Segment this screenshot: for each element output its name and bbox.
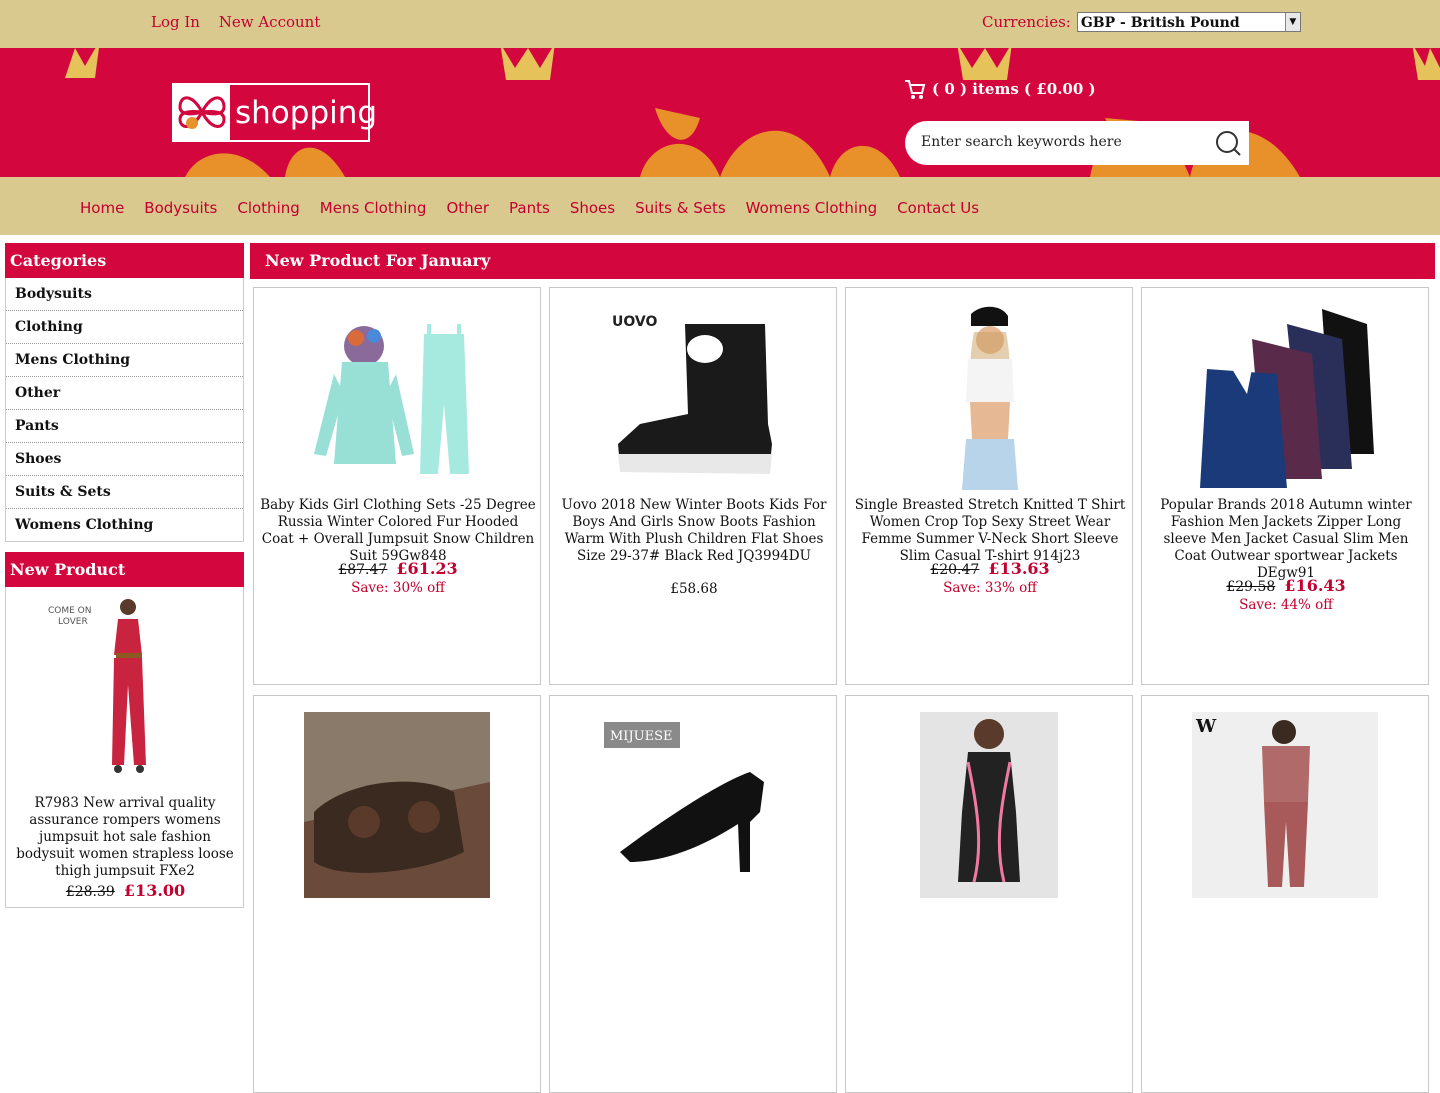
category-clothing[interactable]: Clothing bbox=[6, 311, 243, 344]
brand-logo-text: MIJUESE bbox=[610, 729, 673, 744]
discount-text: Save: 44% off bbox=[1239, 597, 1333, 613]
main-content: New Product For January Baby Kids Girl C… bbox=[250, 243, 1435, 1093]
categories-title: Categories bbox=[5, 243, 244, 278]
brand-logo-text: W bbox=[1195, 716, 1217, 737]
product-name[interactable]: Single Breasted Stretch Knitted T Shirt … bbox=[852, 497, 1128, 565]
product-card[interactable]: Single Breasted Stretch Knitted T Shirt … bbox=[845, 287, 1133, 685]
header-banner: shopping ( 0 ) items ( £0.00 ) bbox=[0, 48, 1440, 177]
product-image[interactable] bbox=[1192, 304, 1378, 490]
product-card[interactable]: UOVO Uovo 2018 New Winter Boots Kids For… bbox=[549, 287, 837, 685]
svg-text:LOVER: LOVER bbox=[58, 617, 88, 627]
category-pants[interactable]: Pants bbox=[6, 410, 243, 443]
new-product-box: New Product COME ON LOVER R7983 New arri… bbox=[5, 552, 244, 908]
category-womens-clothing[interactable]: Womens Clothing bbox=[6, 509, 243, 541]
category-suits-sets[interactable]: Suits & Sets bbox=[6, 476, 243, 509]
search-icon[interactable] bbox=[1213, 128, 1243, 158]
old-price: £29.58 bbox=[1226, 579, 1276, 595]
search-input[interactable] bbox=[919, 133, 1203, 151]
product-card[interactable]: MIJUESE bbox=[549, 695, 837, 1093]
nav-home[interactable]: Home bbox=[80, 199, 124, 217]
old-price: £20.47 bbox=[930, 562, 980, 578]
new-product-price: £28.39 £13.00 bbox=[6, 881, 245, 900]
brand-logo-text: UOVO bbox=[612, 314, 657, 330]
nav-womens-clothing[interactable]: Womens Clothing bbox=[746, 199, 877, 217]
product-image[interactable] bbox=[896, 712, 1082, 898]
product-price-value: £58.68 bbox=[670, 581, 718, 597]
nav-shoes[interactable]: Shoes bbox=[570, 199, 615, 217]
login-link[interactable]: Log In bbox=[151, 13, 200, 31]
discount-text: Save: 33% off bbox=[943, 580, 1037, 596]
logo-mark-icon bbox=[174, 85, 230, 140]
nav-pants[interactable]: Pants bbox=[509, 199, 550, 217]
cart-summary[interactable]: ( 0 ) items ( £0.00 ) bbox=[904, 78, 1096, 100]
sidebar: Categories Bodysuits Clothing Mens Cloth… bbox=[5, 243, 244, 908]
discount-text: Save: 30% off bbox=[351, 580, 445, 596]
sale-price: £16.43 bbox=[1284, 576, 1346, 595]
product-card[interactable]: W bbox=[1141, 695, 1429, 1093]
dropdown-arrow-icon[interactable]: ▼ bbox=[1284, 13, 1300, 31]
logo-text: shopping bbox=[235, 94, 378, 131]
cart-text: ( 0 ) items ( £0.00 ) bbox=[932, 80, 1096, 98]
product-image[interactable] bbox=[304, 304, 490, 490]
product-image[interactable]: UOVO bbox=[600, 304, 786, 490]
currency-selected-value: GBP - British Pound bbox=[1080, 15, 1240, 31]
new-account-link[interactable]: New Account bbox=[219, 13, 321, 31]
new-product-name[interactable]: R7983 New arrival quality assurance romp… bbox=[10, 795, 240, 880]
search-box bbox=[905, 121, 1249, 165]
cart-icon bbox=[905, 80, 926, 99]
main-nav: Home Bodysuits Clothing Mens Clothing Ot… bbox=[0, 177, 1440, 235]
account-links: Log In New Account bbox=[151, 13, 334, 31]
product-image[interactable] bbox=[896, 304, 1082, 490]
product-price: £20.47 £13.63 Save: 33% off bbox=[846, 559, 1134, 596]
sale-price: £13.00 bbox=[123, 881, 186, 900]
product-card[interactable] bbox=[845, 695, 1133, 1093]
product-card[interactable] bbox=[253, 695, 541, 1093]
currency-selector: Currencies: GBP - British Pound ▼ bbox=[982, 12, 1301, 32]
nav-clothing[interactable]: Clothing bbox=[237, 199, 299, 217]
nav-suits-sets[interactable]: Suits & Sets bbox=[635, 199, 726, 217]
product-price: £87.47 £61.23 Save: 30% off bbox=[254, 559, 542, 596]
product-price: £58.68 bbox=[550, 578, 838, 597]
category-other[interactable]: Other bbox=[6, 377, 243, 410]
nav-other[interactable]: Other bbox=[446, 199, 489, 217]
product-card[interactable]: Baby Kids Girl Clothing Sets -25 Degree … bbox=[253, 287, 541, 685]
currency-select[interactable]: GBP - British Pound ▼ bbox=[1076, 12, 1301, 32]
nav-mens-clothing[interactable]: Mens Clothing bbox=[320, 199, 427, 217]
nav-bodysuits[interactable]: Bodysuits bbox=[144, 199, 217, 217]
old-price: £87.47 bbox=[338, 562, 388, 578]
old-price: £28.39 bbox=[65, 884, 115, 900]
nav-contact-us[interactable]: Contact Us bbox=[897, 199, 979, 217]
product-image[interactable]: MIJUESE bbox=[600, 712, 786, 898]
product-image[interactable] bbox=[304, 712, 490, 898]
product-image[interactable]: W bbox=[1192, 712, 1378, 898]
product-card[interactable]: Popular Brands 2018 Autumn winter Fashio… bbox=[1141, 287, 1429, 685]
new-product-title: New Product bbox=[5, 552, 244, 587]
category-bodysuits[interactable]: Bodysuits bbox=[6, 278, 243, 311]
category-mens-clothing[interactable]: Mens Clothing bbox=[6, 344, 243, 377]
product-name[interactable]: Uovo 2018 New Winter Boots Kids For Boys… bbox=[556, 497, 832, 565]
svg-text:COME ON: COME ON bbox=[48, 606, 92, 616]
new-product-image[interactable]: COME ON LOVER bbox=[46, 595, 196, 780]
product-name[interactable]: Popular Brands 2018 Autumn winter Fashio… bbox=[1148, 497, 1424, 582]
sale-price: £13.63 bbox=[988, 559, 1050, 578]
category-list: Bodysuits Clothing Mens Clothing Other P… bbox=[5, 278, 244, 542]
top-bar: Log In New Account Currencies: GBP - Bri… bbox=[0, 0, 1440, 48]
currencies-label: Currencies: bbox=[982, 13, 1071, 31]
product-name[interactable]: Baby Kids Girl Clothing Sets -25 Degree … bbox=[260, 497, 536, 565]
section-title: New Product For January bbox=[250, 243, 1435, 279]
category-shoes[interactable]: Shoes bbox=[6, 443, 243, 476]
site-logo[interactable]: shopping bbox=[172, 83, 377, 142]
sale-price: £61.23 bbox=[396, 559, 458, 578]
product-price: £29.58 £16.43 Save: 44% off bbox=[1142, 576, 1430, 613]
